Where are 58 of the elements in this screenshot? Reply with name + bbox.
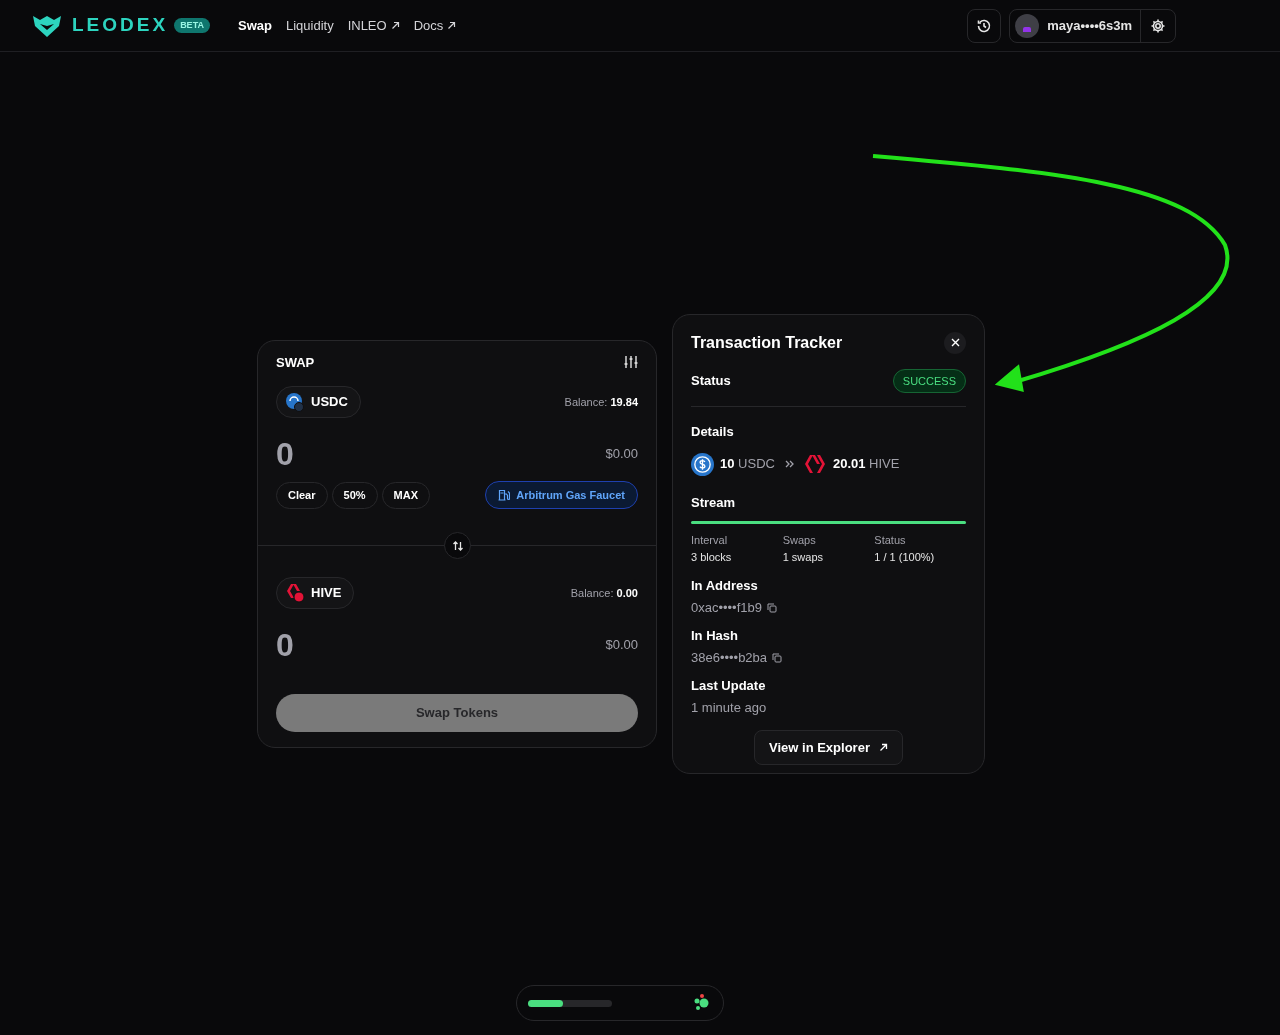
fuel-pump-icon (498, 489, 511, 501)
close-icon (950, 338, 960, 347)
amount-input[interactable]: 0 (276, 436, 426, 472)
copy-icon[interactable] (766, 603, 777, 613)
beta-badge: BETA (174, 17, 210, 34)
field-value: 38e6••••b2ba (691, 650, 768, 666)
nav-link[interactable]: Liquidity (285, 15, 334, 36)
field-label: Last Update (691, 678, 766, 694)
logo-wordmark: LEODEX (72, 13, 169, 38)
stream-label: Stream (691, 493, 737, 512)
field-label: In Hash (691, 628, 738, 644)
stat-label: Swaps (782, 533, 816, 548)
lion-logo-icon (32, 13, 62, 38)
from-amount: 10 USDC (720, 455, 775, 474)
usd-value: $0.00 (605, 636, 638, 655)
nav-link[interactable]: INLEO (347, 15, 400, 36)
field-value: 1 minute ago (691, 700, 767, 716)
sliders-icon[interactable] (624, 355, 638, 370)
stat-value: 3 blocks (691, 549, 732, 565)
swap-arrows-icon (451, 539, 464, 552)
stat-label: Status (874, 533, 906, 548)
external-arrow-icon (390, 21, 400, 30)
close-button[interactable] (944, 331, 966, 354)
hive-logo-icon (285, 583, 305, 603)
external-arrow-icon (447, 21, 457, 30)
history-button[interactable] (967, 8, 1002, 43)
chevrons-right-icon (784, 459, 795, 469)
balance-text: Balance: 19.84 (564, 394, 638, 410)
amount-input[interactable]: 0 (276, 627, 426, 663)
stat-label: Interval (691, 533, 728, 548)
gas-faucet-button[interactable]: Arbitrum Gas Faucet (485, 481, 638, 509)
settings-icon (1150, 17, 1166, 34)
swap-direction-button[interactable] (444, 532, 471, 559)
stat-value: 1 / 1 (100%) (874, 549, 935, 565)
status-label: Status (691, 372, 731, 390)
token-selector[interactable]: USDC (276, 386, 361, 418)
tracker-title: Transaction Tracker (691, 332, 843, 353)
status-badge: SUCCESS (892, 368, 966, 393)
coin-icon (285, 392, 305, 412)
details-label: Details (691, 423, 735, 441)
view-in-explorer-button[interactable]: View in Explorer (754, 730, 903, 765)
field-value: 0xac••••f1b9 (691, 600, 762, 616)
field-label: In Address (691, 578, 758, 594)
to-amount: 20.01 HIVE (832, 455, 900, 474)
dollar-coin-icon (691, 452, 714, 476)
stat-value: 1 swaps (782, 549, 823, 565)
nav-link[interactable]: Swap (237, 15, 272, 36)
external-arrow-icon (878, 743, 888, 752)
balance-text: Balance: 0.00 (570, 585, 638, 601)
nav-link[interactable]: Docs (413, 15, 457, 36)
hive-logo-icon (804, 454, 826, 474)
copy-icon[interactable] (772, 653, 783, 663)
usd-value: $0.00 (605, 445, 638, 464)
token-selector[interactable]: HIVE (276, 577, 355, 609)
account-button[interactable]: maya••••6s3m (1010, 9, 1140, 42)
history-icon (976, 17, 993, 34)
swap-title: SWAP (276, 353, 315, 372)
avatar (1015, 13, 1040, 38)
